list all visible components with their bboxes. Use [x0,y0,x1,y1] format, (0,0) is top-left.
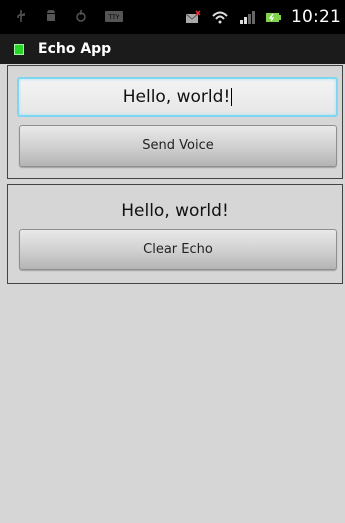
wifi-icon [212,11,228,24]
input-panel: Hello, world! Send Voice [7,65,343,179]
battery-icon [266,13,281,22]
clear-echo-button[interactable]: Clear Echo [19,229,337,270]
voice-text-value: Hello, world! [122,87,231,107]
svg-text:TTY: TTY [108,14,120,21]
send-voice-button[interactable]: Send Voice [19,125,337,167]
status-left-icons: TTY [14,9,124,23]
android-debug-icon [47,9,55,21]
sync-icon [76,10,86,22]
echo-panel: Hello, world! Clear Echo [7,184,343,284]
echo-text: Hello, world! [121,201,229,221]
voice-text-input[interactable]: Hello, world! [17,77,338,117]
text-cursor [231,88,233,106]
usb-icon [17,10,25,22]
tty-icon: TTY [105,11,123,22]
signal-icon [240,11,255,24]
clock: 10:21 [291,7,341,27]
app-icon [14,43,24,55]
mail-muted-icon [185,10,201,23]
title-bar: Echo App [0,34,345,64]
status-right-icons: 10:21 [185,7,341,27]
app-title: Echo App [38,41,112,57]
status-bar: TTY 10:21 [0,0,345,34]
